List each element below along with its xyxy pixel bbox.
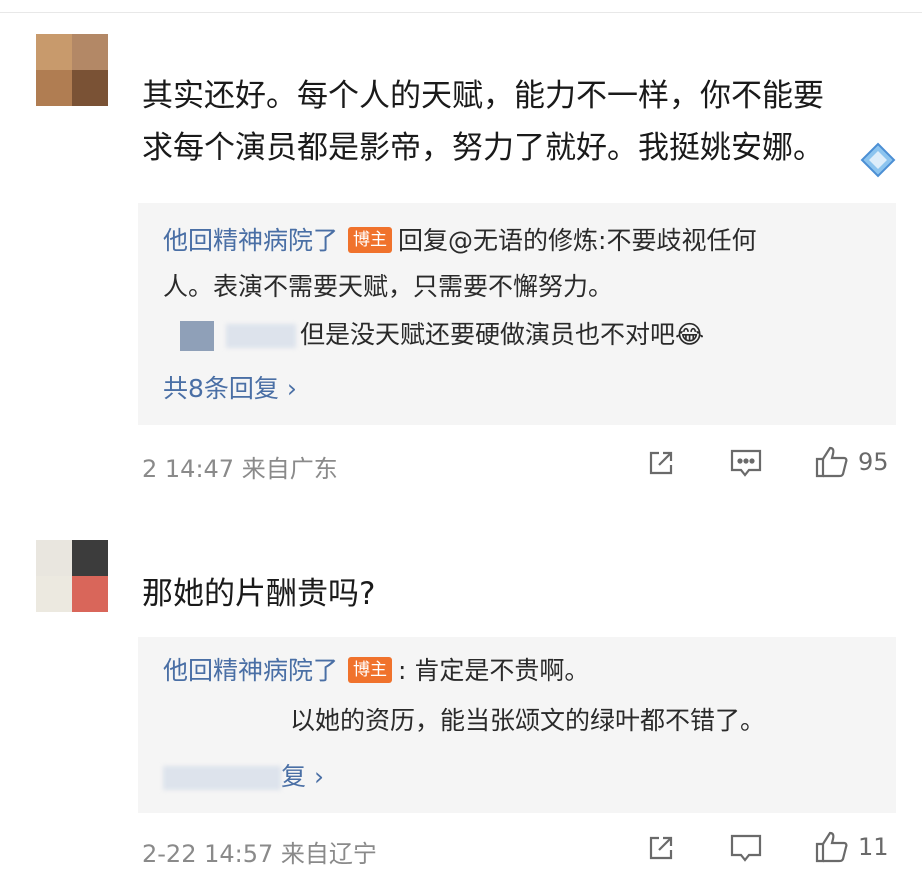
op-badge: 博主 xyxy=(348,657,393,683)
reply-box: 他回精神病院了 博主 回复@无语的修炼:不要歧视任何 人。表演不需要天赋，只需要不懈… xyxy=(138,203,896,425)
comment-text-line: 其实还好。每个人的天赋，能力不一样，你不能要 xyxy=(142,78,824,114)
comment-text-line: 求每个演员都是影帝，努力了就好。我挺姚安娜。 xyxy=(142,130,824,166)
comment-time: 2 14:47 xyxy=(142,455,235,483)
reply-item[interactable]: 但是没天赋还要硬做演员也不对吧😂 xyxy=(180,317,704,353)
comment-source: 来自广东 xyxy=(241,455,338,483)
view-more-replies-link[interactable]: 复 › xyxy=(163,757,324,793)
share-icon xyxy=(649,836,673,860)
share-icon xyxy=(649,451,673,475)
reply-author[interactable]: 他回精神病院了 xyxy=(163,656,338,685)
like-icon xyxy=(815,831,848,863)
like-count: 95 xyxy=(858,448,889,476)
like-count: 11 xyxy=(858,833,889,861)
view-more-replies-link[interactable]: 共8条回复 › xyxy=(163,369,297,405)
reply-text: 但是没天赋还要硬做演员也不对吧😂 xyxy=(300,320,705,349)
like-icon xyxy=(815,446,848,478)
reply-author[interactable]: 他回精神病院了 xyxy=(163,226,338,255)
diamond-badge-icon xyxy=(860,142,896,178)
avatar[interactable] xyxy=(36,540,108,612)
reply-item[interactable]: 以她的资历，能当张颂文的绿叶都不错了。 xyxy=(290,703,765,739)
reply-text: 回复@无语的修炼:不要歧视任何 xyxy=(398,226,757,255)
reply-box: 他回精神病院了 博主: 肯定是不贵啊。 以她的资历，能当张颂文的绿叶都不错了。 复… xyxy=(138,637,896,813)
like-button[interactable]: 95 xyxy=(814,445,889,479)
comment-time: 2-22 14:57 xyxy=(142,840,274,868)
comment-source: 来自辽宁 xyxy=(280,840,377,868)
top-divider xyxy=(0,0,922,13)
reply-text-continued: 人。表演不需要天赋，只需要不懈努力。 xyxy=(163,272,614,301)
avatar xyxy=(180,321,214,351)
reply-text: : 肯定是不贵啊。 xyxy=(398,656,590,685)
comment-meta: 2-22 14:57 来自辽宁 xyxy=(142,834,377,869)
op-badge: 博主 xyxy=(348,227,393,253)
comment-icon xyxy=(730,834,762,862)
comment-icon xyxy=(730,449,762,477)
share-button[interactable] xyxy=(645,832,677,864)
reply-text: 以她的资历，能当张颂文的绿叶都不错了。 xyxy=(290,706,766,735)
reply-item[interactable]: 他回精神病院了 博主: 肯定是不贵啊。 xyxy=(163,653,589,689)
like-button[interactable]: 11 xyxy=(814,830,889,864)
comment-meta: 2 14:47 来自广东 xyxy=(142,449,338,484)
comment-text: 那她的片酬贵吗? xyxy=(142,576,376,612)
blurred-text xyxy=(163,766,281,790)
avatar[interactable] xyxy=(36,34,108,106)
comment-button[interactable] xyxy=(729,447,763,479)
reply-item[interactable]: 他回精神病院了 博主 回复@无语的修炼:不要歧视任何 xyxy=(163,223,756,259)
share-button[interactable] xyxy=(645,447,677,479)
blurred-username xyxy=(226,324,296,348)
comment-button[interactable] xyxy=(729,832,763,864)
